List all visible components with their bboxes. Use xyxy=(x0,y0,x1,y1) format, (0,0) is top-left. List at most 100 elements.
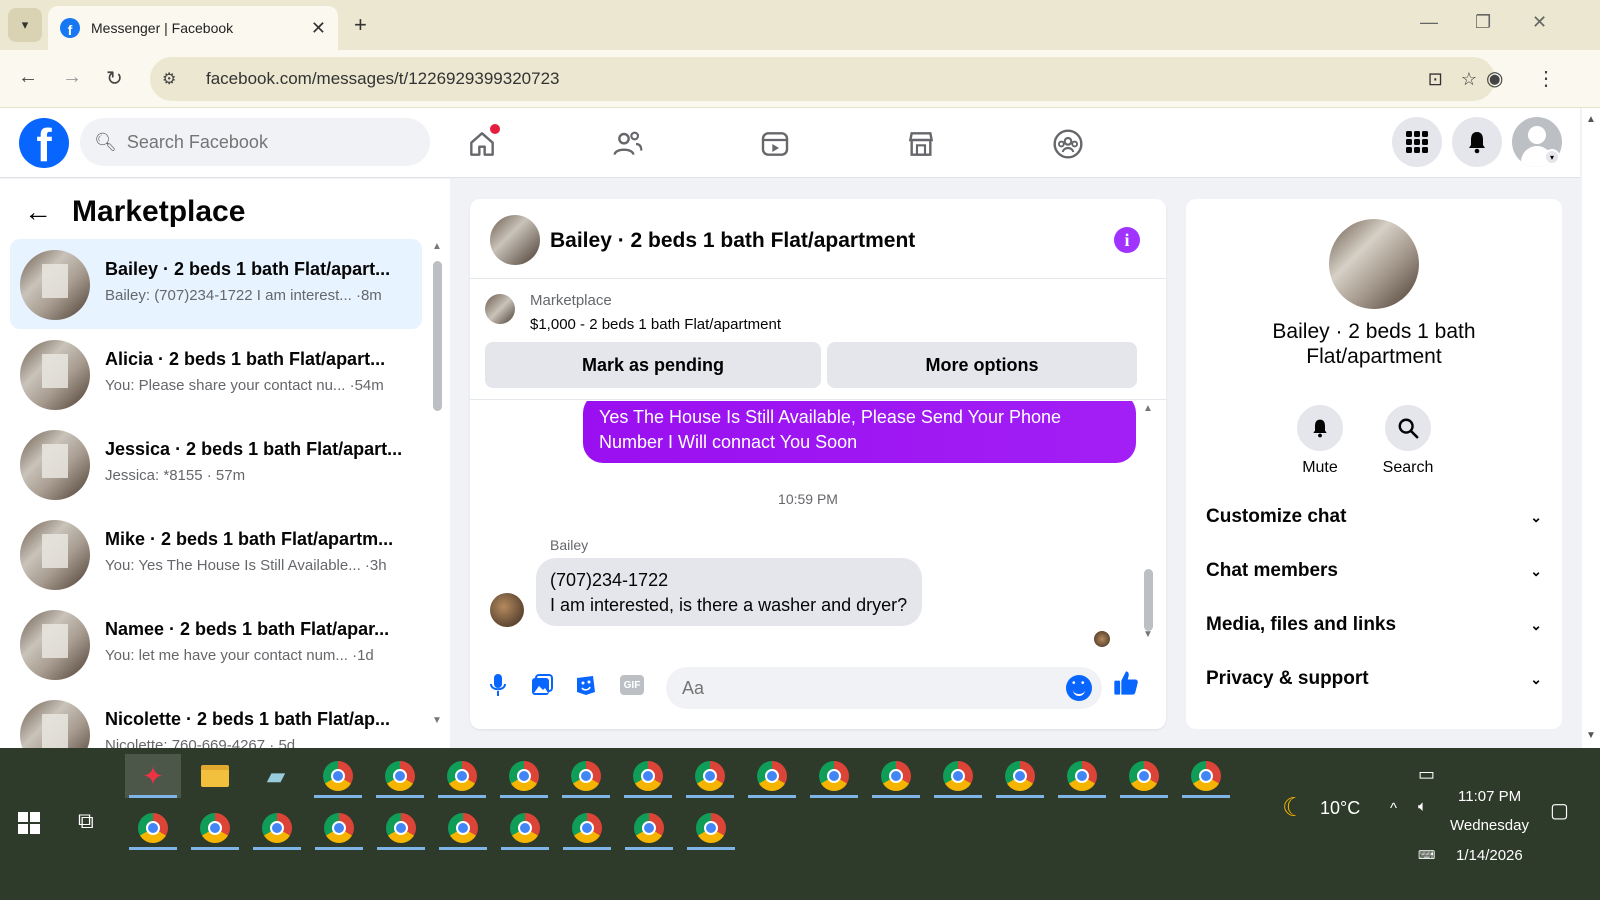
bookmark-star-icon[interactable]: ☆ xyxy=(1461,69,1477,90)
conversation-item[interactable]: Mike · 2 beds 1 bath Flat/apartm... You:… xyxy=(10,509,422,599)
chat-avatar[interactable] xyxy=(490,215,540,265)
windows-start-icon[interactable] xyxy=(18,812,40,834)
clock-day[interactable]: Wednesday xyxy=(1450,817,1529,834)
chat-members-section[interactable]: Chat members ⌄ xyxy=(1206,551,1542,591)
message-input-box[interactable] xyxy=(666,667,1102,709)
file-explorer-icon[interactable] xyxy=(187,754,243,798)
clock-time[interactable]: 11:07 PM xyxy=(1458,788,1521,805)
browser-tab[interactable]: f Messenger | Facebook ✕ xyxy=(48,6,338,50)
chrome-profile-icon[interactable] xyxy=(868,754,924,798)
facebook-search[interactable]: 🔍︎ xyxy=(80,118,430,166)
network-icon[interactable]: ▭ xyxy=(1418,764,1435,785)
tab-search-button[interactable]: ▾ xyxy=(8,8,42,42)
chrome-profile-icon[interactable] xyxy=(930,754,986,798)
chrome-profile-icon[interactable] xyxy=(496,754,552,798)
chrome-profile-icon[interactable] xyxy=(806,754,862,798)
more-options-button[interactable]: More options xyxy=(827,342,1137,388)
nav-home[interactable] xyxy=(462,124,502,164)
scroll-down-icon[interactable]: ▼ xyxy=(432,715,442,726)
search-input[interactable] xyxy=(126,131,407,153)
profile-icon[interactable]: ◉ xyxy=(1486,66,1503,91)
scrollbar-thumb[interactable] xyxy=(1144,569,1153,631)
chat-scrollbar[interactable]: ▲ ▼ xyxy=(1142,401,1156,647)
chrome-profile-icon[interactable] xyxy=(497,806,553,850)
restore-button[interactable]: ❐ xyxy=(1475,12,1491,33)
page-scrollbar[interactable]: ▲ ▼ xyxy=(1582,108,1600,748)
tab-close-icon[interactable]: ✕ xyxy=(311,18,326,39)
minimize-button[interactable]: — xyxy=(1420,12,1438,33)
chrome-profile-icon[interactable] xyxy=(744,754,800,798)
attach-photo-button[interactable] xyxy=(528,671,556,699)
privacy-support-section[interactable]: Privacy & support ⌄ xyxy=(1206,659,1542,699)
chrome-profile-icon[interactable] xyxy=(1116,754,1172,798)
sidebar-scrollbar[interactable]: ▲ ▼ xyxy=(430,239,444,739)
chrome-profile-icon[interactable] xyxy=(125,806,181,850)
mute-action[interactable]: Mute xyxy=(1280,405,1360,477)
chrome-profile-icon[interactable] xyxy=(621,806,677,850)
notifications-button[interactable] xyxy=(1452,117,1502,167)
chrome-profile-icon[interactable] xyxy=(682,754,738,798)
chrome-profile-icon[interactable] xyxy=(992,754,1048,798)
search-action[interactable]: Search xyxy=(1368,405,1448,477)
chrome-profile-icon[interactable] xyxy=(434,754,490,798)
chrome-profile-icon[interactable] xyxy=(683,806,739,850)
notepad-icon[interactable]: ▰ xyxy=(248,754,304,798)
customize-chat-section[interactable]: Customize chat ⌄ xyxy=(1206,497,1542,537)
emoji-icon[interactable] xyxy=(1066,675,1092,701)
weather-temp[interactable]: 10°C xyxy=(1320,798,1360,819)
chrome-profile-icon[interactable] xyxy=(311,806,367,850)
conversation-item[interactable]: Namee · 2 beds 1 bath Flat/apar... You: … xyxy=(10,599,422,689)
scroll-down-icon[interactable]: ▼ xyxy=(1143,629,1153,640)
install-app-icon[interactable]: ⊡ xyxy=(1428,69,1443,90)
scrollbar-thumb[interactable] xyxy=(433,261,442,411)
message-input[interactable] xyxy=(682,677,1066,699)
clock-date[interactable]: 1/14/2026 xyxy=(1456,847,1523,864)
back-button[interactable]: ← xyxy=(18,66,38,89)
chevron-up-icon[interactable]: ^ xyxy=(1390,800,1397,817)
nav-friends[interactable] xyxy=(608,124,648,164)
chrome-profile-icon[interactable] xyxy=(187,806,243,850)
chrome-icon[interactable] xyxy=(310,754,366,798)
scroll-up-icon[interactable]: ▲ xyxy=(1143,403,1153,414)
voice-clip-button[interactable] xyxy=(484,671,512,699)
chat-title[interactable]: Bailey · 2 beds 1 bath Flat/apartment xyxy=(550,229,915,253)
account-chevron-icon[interactable]: ▾ xyxy=(1544,149,1560,165)
reload-button[interactable]: ↻ xyxy=(106,66,123,91)
sender-avatar[interactable] xyxy=(490,593,524,627)
nav-groups[interactable] xyxy=(1048,124,1088,164)
volume-icon[interactable]: 🔈︎ xyxy=(1418,798,1427,815)
address-bar[interactable]: ⚙ facebook.com/messages/t/12269293993207… xyxy=(150,57,1495,101)
chrome-profile-icon[interactable] xyxy=(435,806,491,850)
task-view-icon[interactable]: ⧉ xyxy=(78,808,94,834)
url-text[interactable]: facebook.com/messages/t/1226929399320723 xyxy=(206,69,1428,89)
info-icon[interactable]: i xyxy=(1114,227,1140,253)
conversation-item[interactable]: Alicia · 2 beds 1 bath Flat/apart... You… xyxy=(10,329,422,419)
new-tab-button[interactable]: + xyxy=(354,12,367,38)
chrome-profile-icon[interactable] xyxy=(558,754,614,798)
gif-icon[interactable]: GIF xyxy=(620,675,644,695)
menu-grid-button[interactable] xyxy=(1392,117,1442,167)
listing-price[interactable]: $1,000 - 2 beds 1 bath Flat/apartment xyxy=(530,316,781,333)
media-files-links-section[interactable]: Media, files and links ⌄ xyxy=(1206,605,1542,645)
taskbar-app-icon[interactable]: ✦ xyxy=(125,754,181,798)
conversation-item[interactable]: Jessica · 2 beds 1 bath Flat/apart... Je… xyxy=(10,419,422,509)
search-icon[interactable] xyxy=(1385,405,1431,451)
conversation-item[interactable]: Bailey · 2 beds 1 bath Flat/apart... Bai… xyxy=(10,239,422,329)
mark-as-pending-button[interactable]: Mark as pending xyxy=(485,342,821,388)
scroll-down-icon[interactable]: ▼ xyxy=(1586,730,1596,741)
mute-bell-icon[interactable] xyxy=(1297,405,1343,451)
chrome-profile-icon[interactable] xyxy=(249,806,305,850)
chrome-profile-icon[interactable] xyxy=(372,754,428,798)
chrome-profile-icon[interactable] xyxy=(1178,754,1234,798)
scroll-up-icon[interactable]: ▲ xyxy=(1586,114,1596,125)
site-settings-icon[interactable]: ⚙ xyxy=(162,69,182,89)
like-button[interactable] xyxy=(1112,669,1140,697)
scroll-up-icon[interactable]: ▲ xyxy=(432,241,442,252)
back-arrow-icon[interactable]: ← xyxy=(24,196,52,228)
nav-marketplace[interactable] xyxy=(901,124,941,164)
chrome-profile-icon[interactable] xyxy=(620,754,676,798)
contact-avatar[interactable] xyxy=(1329,219,1419,309)
notification-center-icon[interactable]: ▢ xyxy=(1550,798,1569,823)
nav-watch[interactable] xyxy=(755,124,795,164)
conversation-item[interactable]: Nicolette · 2 beds 1 bath Flat/ap... Nic… xyxy=(10,689,422,748)
